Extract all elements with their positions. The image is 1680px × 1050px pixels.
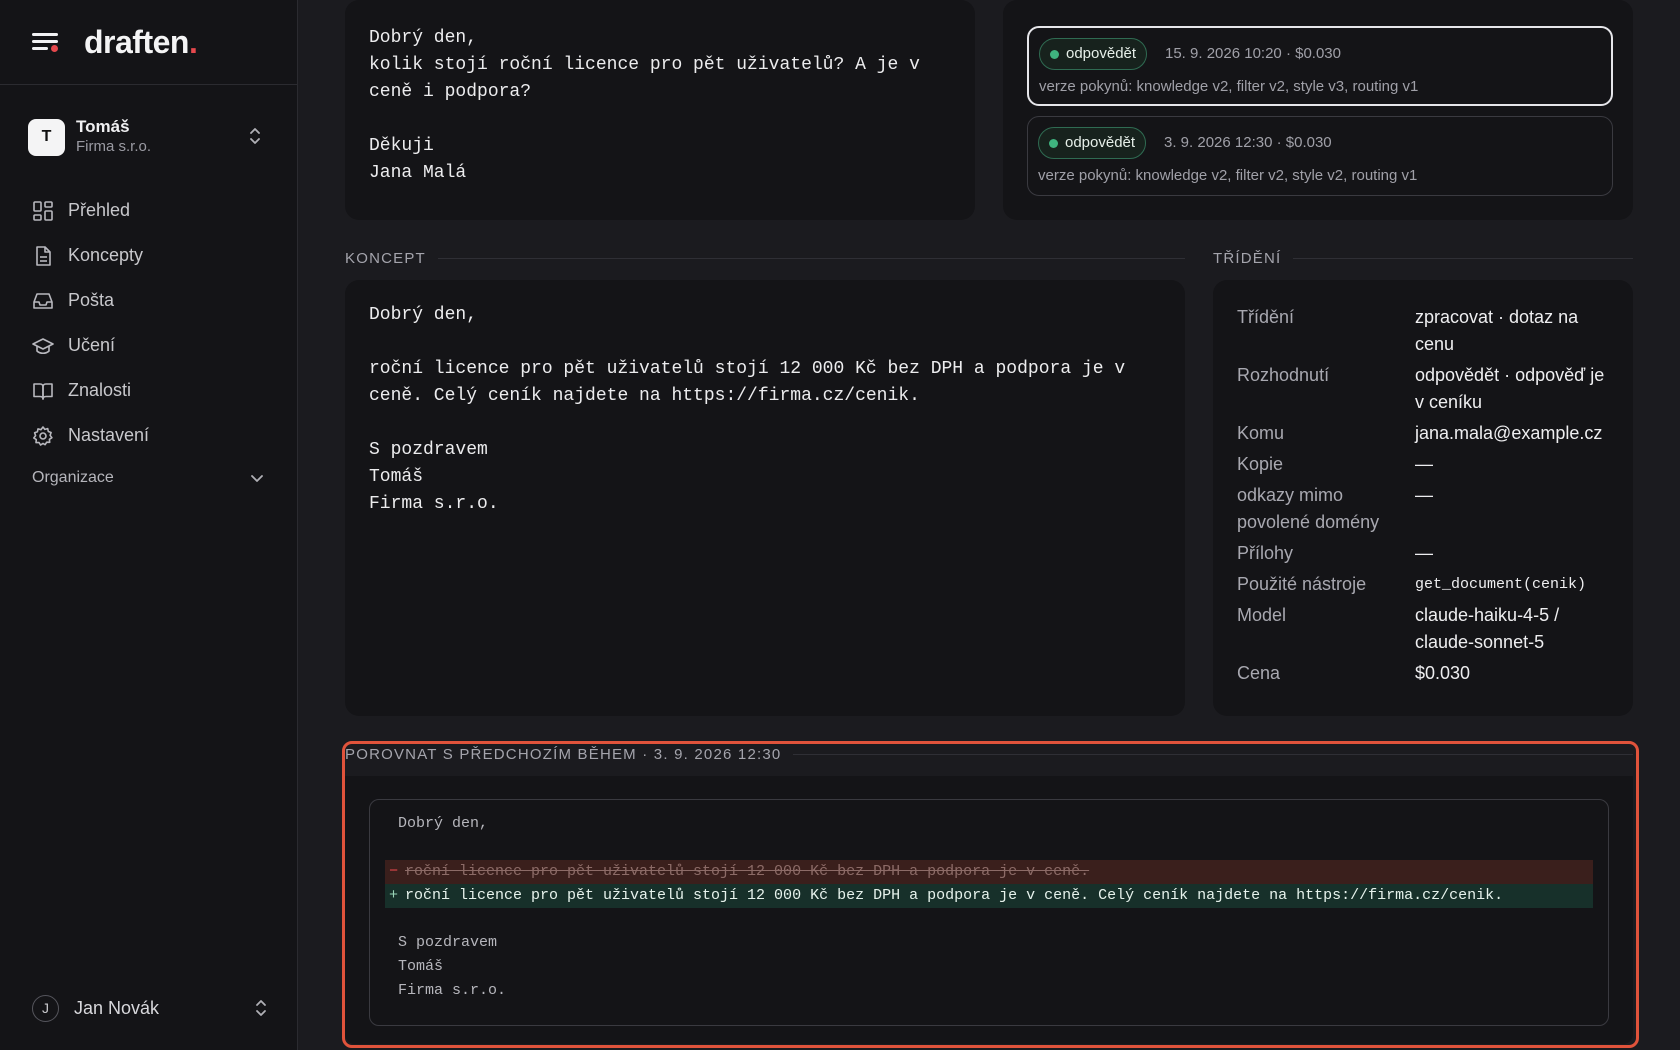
diff-context-line: Firma s.r.o.	[398, 982, 507, 999]
triage-value: —	[1415, 454, 1433, 474]
user-name: Jan Novák	[74, 997, 160, 1018]
triage-details: Třídění zpracovat · dotaz na cenu Rozhod…	[1237, 304, 1617, 687]
triage-key: Třídění	[1237, 307, 1295, 327]
organization-label: Organizace	[32, 469, 114, 486]
organization-toggle[interactable]: Organizace	[32, 466, 264, 490]
sidebar-item-label: Učení	[68, 335, 116, 355]
incoming-email-body: Dobrý den, kolik stojí roční licence pro…	[369, 28, 920, 183]
sidebar-item-label: Koncepty	[68, 245, 144, 265]
triage-value: —	[1415, 485, 1433, 505]
status-dot-icon	[1049, 139, 1058, 148]
triage-value: $0.030	[1415, 663, 1471, 683]
run-versions: verze pokynů: knowledge v2, filter v2, s…	[1038, 167, 1418, 184]
sidebar-nav: Přehled Koncepty Pošta Učení Znalosti Na…	[32, 188, 272, 458]
sidebar-item-nastaveni[interactable]: Nastavení	[32, 413, 272, 458]
draft-panel: Dobrý den, roční licence pro pět uživate…	[345, 280, 1185, 716]
grid-icon	[33, 200, 53, 221]
sidebar-item-label: Nastavení	[68, 425, 150, 445]
triage-section-label: TŘÍDĚNÍ	[1213, 250, 1633, 267]
run-card[interactable]: odpovědět 3. 9. 2026 12:30 · $0.030 verz…	[1027, 116, 1613, 196]
run-meta: 15. 9. 2026 10:20 · $0.030	[1165, 45, 1341, 62]
sidebar-item-label: Pošta	[68, 290, 115, 310]
triage-key: Komu	[1237, 423, 1285, 443]
chevron-down-icon	[251, 475, 263, 482]
triage-value: odpovědět · odpověď je v ceníku	[1415, 365, 1605, 412]
inbox-icon	[33, 292, 53, 309]
diff-context-line: Tomáš	[398, 958, 444, 975]
chevron-up-down-icon	[256, 1000, 266, 1016]
book-icon	[33, 382, 53, 400]
triage-value: jana.mala@example.cz	[1415, 423, 1603, 443]
triage-key: Přílohy	[1237, 543, 1294, 563]
triage-value: claude-haiku-4-5 / claude-sonnet-5	[1415, 605, 1560, 652]
run-versions: verze pokynů: knowledge v2, filter v2, s…	[1039, 78, 1419, 95]
sidebar-item-uceni[interactable]: Učení	[32, 323, 272, 368]
sidebar-item-label: Přehled	[68, 200, 131, 220]
status-badge: odpovědět	[1039, 38, 1148, 70]
triage-value: —	[1415, 543, 1433, 563]
brand-row: draften.	[0, 0, 297, 85]
user-menu[interactable]: J Jan Novák	[32, 993, 268, 1023]
sidebar-item-posta[interactable]: Pošta	[32, 278, 272, 323]
sidebar-item-znalosti[interactable]: Znalosti	[32, 368, 272, 413]
runs-panel: odpovědět 15. 9. 2026 10:20 · $0.030 ver…	[1003, 0, 1633, 220]
brand-logo[interactable]: draften.	[84, 24, 198, 61]
menu-icon[interactable]	[32, 31, 60, 53]
draft-section-label: KONCEPT	[345, 250, 1185, 267]
graduation-cap-icon	[32, 337, 54, 354]
triage-panel: Třídění zpracovat · dotaz na cenu Rozhod…	[1213, 280, 1633, 716]
account-avatar: T	[28, 118, 65, 156]
sidebar-item-prehled[interactable]: Přehled	[32, 188, 272, 233]
chevron-up-down-icon	[250, 128, 260, 144]
triage-key: Cena	[1237, 663, 1281, 683]
document-icon	[36, 245, 51, 266]
status-dot-icon	[1050, 50, 1059, 59]
compare-panel: Dobrý den, − roční licence pro pět uživat…	[345, 776, 1633, 1044]
account-switcher[interactable]: T Tomáš Firma s.r.o.	[28, 117, 268, 157]
draft-body: Dobrý den, roční licence pro pět uživate…	[369, 305, 1126, 514]
gear-icon	[33, 425, 53, 446]
diff-context-line: Dobrý den,	[398, 815, 489, 832]
diff-context-line: S pozdravem	[398, 934, 498, 951]
triage-value: zpracovat · dotaz na cenu	[1415, 307, 1579, 354]
run-meta: 3. 9. 2026 12:30 · $0.030	[1164, 134, 1332, 151]
triage-key: Model	[1237, 605, 1287, 625]
triage-value: get_document(cenik)	[1415, 576, 1587, 593]
sidebar: draften. T Tomáš Firma s.r.o. Přehled Ko…	[0, 0, 298, 1050]
triage-key: Rozhodnutí	[1237, 365, 1330, 385]
user-avatar: J	[32, 994, 59, 1022]
triage-key: Kopie	[1237, 454, 1284, 474]
triage-key: odkazy mimo povolené domény	[1237, 485, 1380, 532]
run-card[interactable]: odpovědět 15. 9. 2026 10:20 · $0.030 ver…	[1027, 26, 1613, 106]
status-badge: odpovědět	[1038, 127, 1147, 159]
compare-section-label: POROVNAT S PŘEDCHOZÍM BĚHEM · 3. 9. 2026…	[345, 746, 1633, 763]
account-name: Tomáš	[76, 117, 130, 136]
incoming-email-panel: Dobrý den, kolik stojí roční licence pro…	[345, 0, 975, 220]
diff-removed-line: − roční licence pro pět uživatelů stojí 1…	[385, 860, 1593, 884]
triage-key: Použité nástroje	[1237, 574, 1367, 594]
diff-view: Dobrý den, − roční licence pro pět uživat…	[369, 799, 1609, 1026]
diff-added-line: + roční licence pro pět uživatelů stojí 1…	[385, 884, 1593, 908]
sidebar-item-label: Znalosti	[68, 380, 132, 400]
sidebar-item-koncepty[interactable]: Koncepty	[32, 233, 272, 278]
account-org: Firma s.r.o.	[76, 138, 152, 155]
